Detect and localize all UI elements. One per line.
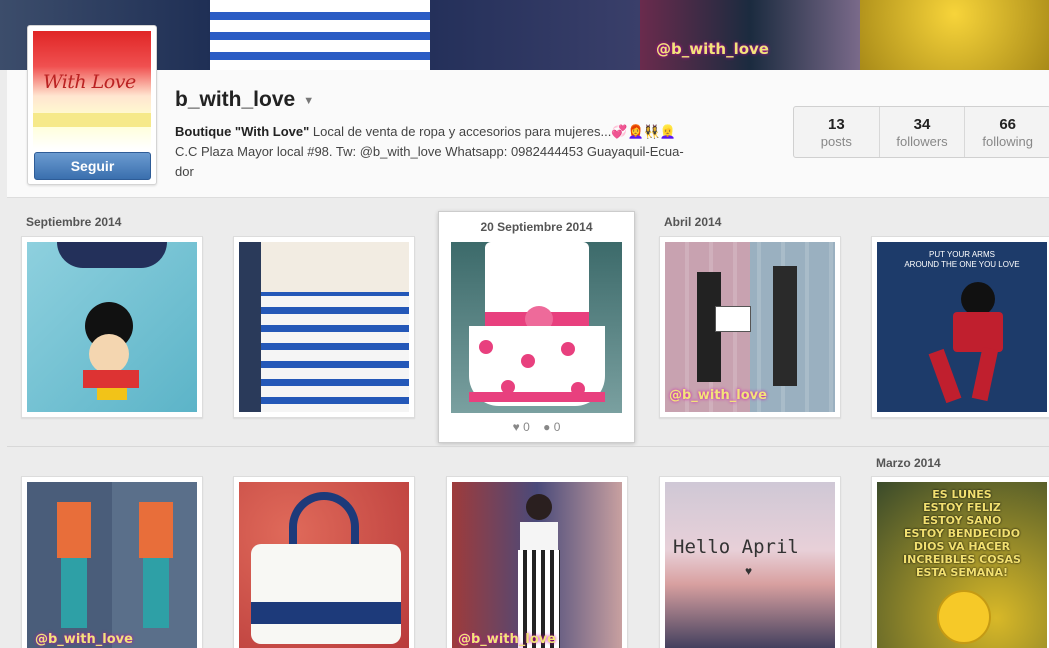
stat-followers-count: 34 — [913, 116, 931, 133]
stat-followers-label: followers — [896, 134, 948, 149]
avatar[interactable]: With Love — [33, 31, 151, 149]
post-watermark: @b_with_love — [458, 632, 556, 647]
post-thumbnail[interactable]: ES LUNES ESTOY FELIZ ESTOY SANO ESTOY BENDE… — [871, 476, 1049, 648]
post-thumbnail[interactable] — [233, 476, 415, 648]
cover-strip: @b_with_love — [0, 0, 1049, 70]
bio-line1: Local de venta de ropa y accesorios para… — [309, 124, 677, 139]
stat-following-count: 66 — [999, 116, 1017, 133]
stat-followers[interactable]: 34 followers — [880, 107, 966, 157]
post-watermark: @b_with_love — [669, 388, 767, 403]
username-row: b_with_love ▼ — [175, 88, 314, 112]
month-label-sep20: 20 Septiembre 2014 — [480, 220, 593, 234]
post-thumbnail[interactable] — [233, 236, 415, 418]
follow-button[interactable]: Seguir — [34, 152, 151, 180]
bio-line3: dor — [175, 164, 194, 179]
stat-following-label: following — [982, 134, 1033, 149]
profile-stats: 13 posts 34 followers 66 following — [793, 106, 1049, 158]
stat-following[interactable]: 66 following — [965, 107, 1049, 157]
post-thumbnail[interactable]: @b_with_love — [659, 236, 841, 418]
stat-posts-label: posts — [820, 134, 852, 149]
comment-icon[interactable]: ● — [543, 420, 550, 434]
post-thumbnail[interactable]: @b_with_love — [446, 476, 628, 648]
post-meta: ♥ 0 ● 0 — [439, 420, 634, 434]
avatar-logo-text: With Love — [43, 71, 136, 93]
chevron-down-icon[interactable]: ▼ — [303, 95, 314, 107]
bio-line2: C.C Plaza Mayor local #98. Tw: @b_with_l… — [175, 144, 684, 159]
cover-watermark: @b_with_love — [656, 40, 769, 58]
month-label-apr: Abril 2014 — [664, 215, 722, 229]
profile-header: With Love Seguir b_with_love ▼ Boutique … — [7, 25, 1049, 198]
post-thumbnail-active[interactable]: 20 Septiembre 2014 ♥ 0 ● 0 — [438, 211, 635, 443]
post-quote-text: Hello April — [673, 536, 799, 558]
bio-bold: Boutique "With Love" — [175, 124, 310, 139]
heart-icon[interactable]: ♥ — [513, 420, 520, 434]
avatar-card: With Love Seguir — [27, 25, 157, 185]
post-thumbnail[interactable]: Hello April ♥ — [659, 476, 841, 648]
post-watermark: @b_with_love — [35, 632, 133, 647]
stat-posts-count: 13 — [827, 116, 845, 133]
post-thumbnail[interactable]: PUT YOUR ARMS AROUND THE ONE YOU LOVE — [871, 236, 1049, 418]
post-thumbnail[interactable]: @b_with_love — [21, 476, 203, 648]
post-thumbnail[interactable] — [21, 236, 203, 418]
likes-count: 0 — [523, 420, 530, 434]
stat-posts[interactable]: 13 posts — [794, 107, 880, 157]
post-quote-text: ES LUNES ESTOY FELIZ ESTOY SANO ESTOY BENDE… — [903, 488, 1021, 579]
post-quote-text: PUT YOUR ARMS AROUND THE ONE YOU LOVE — [904, 250, 1020, 269]
row-divider — [7, 446, 1049, 447]
username[interactable]: b_with_love — [175, 88, 295, 112]
month-label-sep: Septiembre 2014 — [26, 215, 122, 229]
comments-count: 0 — [553, 420, 561, 434]
profile-bio: Boutique "With Love" Local de venta de r… — [175, 122, 765, 182]
month-label-mar: Marzo 2014 — [876, 456, 941, 470]
